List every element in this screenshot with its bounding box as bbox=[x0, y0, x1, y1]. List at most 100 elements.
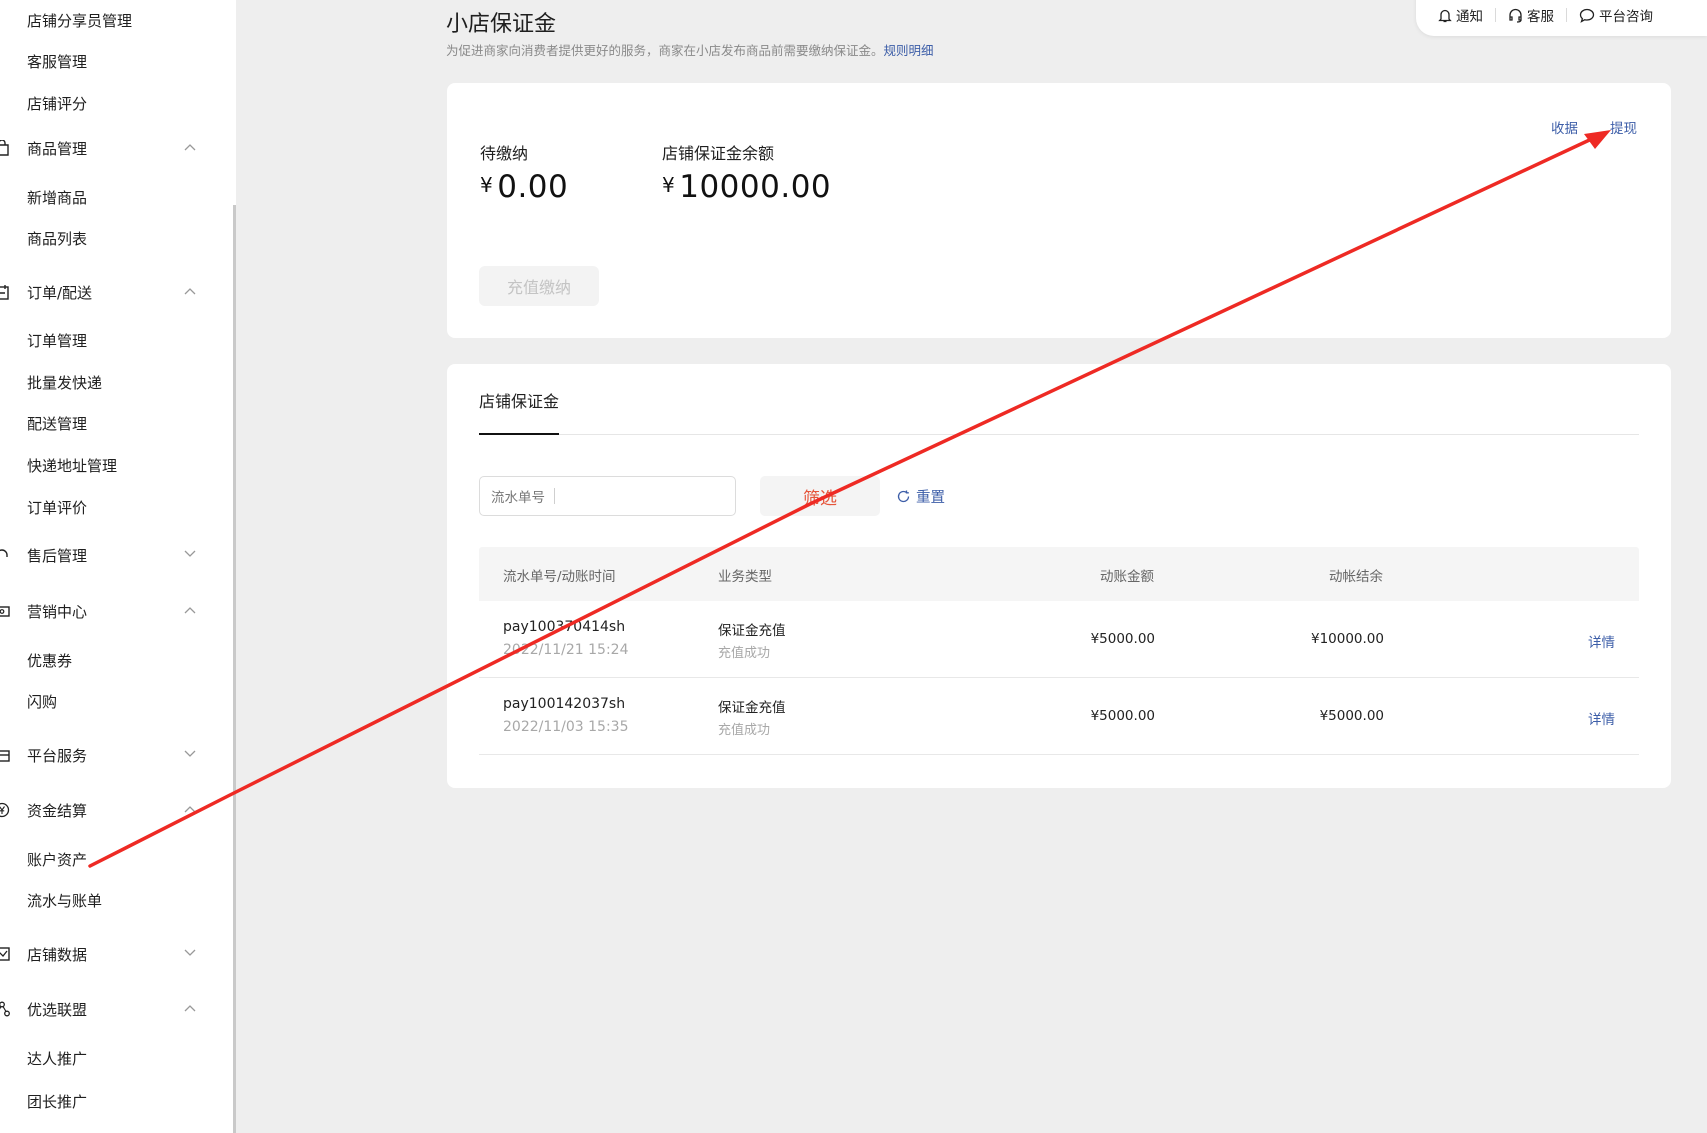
sidebar-group-label: 店铺数据 bbox=[27, 945, 88, 964]
consult-button[interactable]: 平台咨询 bbox=[1579, 5, 1653, 25]
filter-button[interactable]: 筛选 bbox=[760, 476, 880, 516]
sidebar-group-marketing[interactable]: 营销中心 bbox=[0, 596, 233, 626]
rules-link[interactable]: 规则明细 bbox=[884, 43, 934, 58]
network-icon bbox=[0, 1001, 10, 1017]
sidebar-group-label: 平台服务 bbox=[27, 746, 88, 765]
sidebar-group-finance[interactable]: 资金结算 bbox=[0, 795, 233, 825]
sidebar-item-flow-bills[interactable]: 流水与账单 bbox=[0, 885, 233, 915]
chevron-up-icon bbox=[184, 144, 196, 151]
text-cursor bbox=[554, 488, 555, 504]
tab-active-indicator bbox=[479, 433, 559, 435]
sidebar-item-label: 订单管理 bbox=[27, 331, 88, 350]
detail-link[interactable]: 详情 bbox=[1588, 708, 1615, 728]
deposit-summary-card: 待缴纳 ¥0.00 店铺保证金余额 ¥10000.00 收据 提现 充值缴纳 bbox=[447, 83, 1671, 338]
flow-time: 2022/11/03 15:35 bbox=[503, 719, 629, 735]
sidebar-item-order-review[interactable]: 订单评价 bbox=[0, 492, 233, 522]
sidebar-item-label: 店铺分享员管理 bbox=[27, 11, 133, 30]
chat-bubble-icon bbox=[1579, 8, 1595, 23]
table-header: 流水单号/动账时间 业务类型 动账金额 动帐结余 bbox=[479, 547, 1639, 601]
sidebar-item-label: 批量发快递 bbox=[27, 373, 103, 392]
chevron-down-icon bbox=[184, 550, 196, 557]
sidebar-group-after-sales[interactable]: 售后管理 bbox=[0, 540, 233, 570]
sidebar-item-account-assets[interactable]: 账户资产 bbox=[0, 844, 233, 874]
sidebar-item-flash-sale[interactable]: 闪购 bbox=[0, 686, 233, 716]
service-label: 客服 bbox=[1527, 9, 1554, 25]
sidebar-item-influencer[interactable]: 达人推广 bbox=[0, 1043, 233, 1073]
sidebar-item-label: 客服管理 bbox=[27, 52, 88, 71]
table-row: pay100142037sh 2022/11/03 15:35 保证金充值 充值… bbox=[479, 678, 1639, 755]
search-placeholder: 流水单号 bbox=[491, 490, 545, 506]
sidebar-group-label: 售后管理 bbox=[27, 546, 88, 565]
notify-button[interactable]: 通知 bbox=[1438, 5, 1483, 25]
chart-icon bbox=[0, 947, 10, 961]
chevron-up-icon bbox=[184, 288, 196, 295]
yen-coin-icon bbox=[0, 802, 10, 818]
sidebar-item-share-manager[interactable]: 店铺分享员管理 bbox=[0, 5, 233, 35]
pending-value: 0.00 bbox=[497, 169, 569, 205]
chevron-up-icon bbox=[184, 1005, 196, 1012]
pending-amount: ¥0.00 bbox=[480, 169, 568, 205]
column-header: 业务类型 bbox=[718, 569, 772, 585]
tab-store-deposit[interactable]: 店铺保证金 bbox=[479, 388, 559, 412]
reset-label: 重置 bbox=[916, 490, 945, 506]
sidebar-item-label: 商品列表 bbox=[27, 229, 88, 248]
currency-symbol: ¥ bbox=[480, 173, 494, 197]
consult-label: 平台咨询 bbox=[1599, 9, 1653, 25]
sidebar-item-customer-service[interactable]: 客服管理 bbox=[0, 46, 233, 76]
sidebar-group-platform-service[interactable]: 平台服务 bbox=[0, 740, 233, 770]
currency-symbol: ¥ bbox=[662, 173, 676, 197]
pending-label: 待缴纳 bbox=[480, 144, 529, 163]
sidebar-item-label: 订单评价 bbox=[27, 498, 88, 517]
refresh-icon bbox=[897, 490, 910, 503]
divider bbox=[1495, 8, 1496, 22]
detail-link[interactable]: 详情 bbox=[1588, 631, 1615, 651]
balance-label: 店铺保证金余额 bbox=[662, 144, 775, 163]
top-toolbar: 通知 客服 平台咨询 bbox=[1416, 0, 1707, 36]
sidebar-group-label: 资金结算 bbox=[27, 801, 88, 820]
chevron-up-icon bbox=[184, 607, 196, 614]
sidebar-item-product-list[interactable]: 商品列表 bbox=[0, 223, 233, 253]
sidebar-group-label: 营销中心 bbox=[27, 602, 88, 621]
receipt-link[interactable]: 收据 bbox=[1551, 117, 1578, 137]
headset-icon bbox=[1509, 8, 1522, 23]
bag-icon bbox=[0, 140, 9, 156]
sidebar-item-store-rating[interactable]: 店铺评分 bbox=[0, 88, 233, 118]
service-button[interactable]: 客服 bbox=[1508, 5, 1554, 25]
sidebar-group-label: 优选联盟 bbox=[27, 1000, 88, 1019]
reset-button[interactable]: 重置 bbox=[896, 486, 945, 507]
sidebar-item-coupon[interactable]: 优惠券 bbox=[0, 645, 233, 675]
balance-value: 10000.00 bbox=[679, 169, 832, 205]
sidebar-item-address[interactable]: 快递地址管理 bbox=[0, 450, 233, 480]
sidebar-item-label: 账户资产 bbox=[27, 850, 88, 869]
bell-icon bbox=[1438, 9, 1452, 22]
sidebar-item-group-leader[interactable]: 团长推广 bbox=[0, 1086, 233, 1116]
sidebar-item-label: 团长推广 bbox=[27, 1092, 88, 1111]
balance-cell: ¥5000.00 bbox=[1319, 708, 1384, 724]
notify-label: 通知 bbox=[1456, 9, 1483, 25]
sidebar-group-orders[interactable]: 订单/配送 bbox=[0, 277, 233, 307]
sidebar-item-delivery[interactable]: 配送管理 bbox=[0, 408, 233, 438]
page-description-text: 为促进商家向消费者提供更好的服务，商家在小店发布商品前需要缴纳保证金。 bbox=[446, 43, 884, 58]
page-title: 小店保证金 bbox=[446, 12, 557, 37]
sidebar-group-store-data[interactable]: 店铺数据 bbox=[0, 939, 233, 969]
withdraw-link[interactable]: 提现 bbox=[1610, 117, 1637, 137]
table-row: pay100370414sh 2022/11/21 15:24 保证金充值 充值… bbox=[479, 601, 1639, 678]
flow-number-input[interactable]: 流水单号 bbox=[479, 476, 736, 516]
flow-id: pay100370414sh bbox=[503, 619, 626, 635]
business-type: 保证金充值 bbox=[718, 700, 786, 716]
sidebar-group-label: 商品管理 bbox=[27, 139, 88, 158]
chevron-down-icon bbox=[184, 750, 196, 757]
amount-cell: ¥5000.00 bbox=[1090, 708, 1155, 724]
sidebar-item-label: 店铺评分 bbox=[27, 94, 88, 113]
sidebar-item-batch-ship[interactable]: 批量发快递 bbox=[0, 367, 233, 397]
flow-time: 2022/11/21 15:24 bbox=[503, 642, 629, 658]
sidebar-scrollbar[interactable] bbox=[233, 205, 236, 1133]
sidebar-item-label: 新增商品 bbox=[27, 188, 88, 207]
sidebar-group-alliance[interactable]: 优选联盟 bbox=[0, 994, 233, 1024]
sidebar-group-products[interactable]: 商品管理 bbox=[0, 133, 233, 163]
sidebar-item-order-manage[interactable]: 订单管理 bbox=[0, 325, 233, 355]
recharge-button[interactable]: 充值缴纳 bbox=[479, 266, 599, 306]
sidebar-item-label: 达人推广 bbox=[27, 1049, 88, 1068]
sidebar-item-add-product[interactable]: 新增商品 bbox=[0, 182, 233, 212]
chevron-down-icon bbox=[184, 949, 196, 956]
